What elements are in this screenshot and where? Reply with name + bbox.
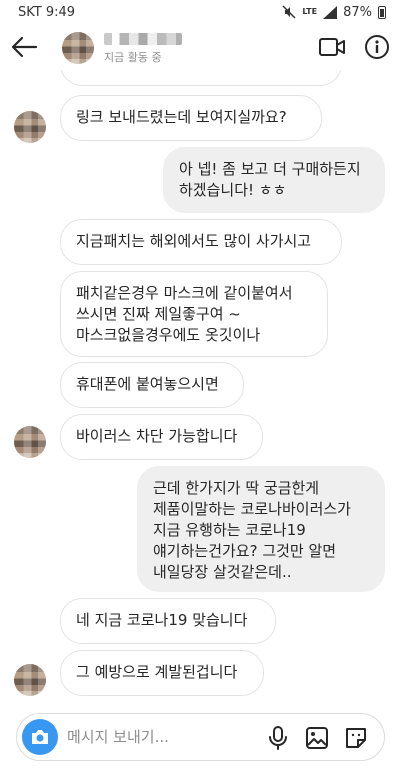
camera-button[interactable] [22,719,58,755]
message-bubble-incoming[interactable]: 바이러스 차단 가능합니다 [60,414,263,460]
message-bubble-incoming[interactable]: 휴대폰에 붙여놓으시면 [60,362,244,408]
microphone-icon[interactable] [267,726,289,750]
active-status: 지금 활동 중 [104,51,162,64]
info-icon[interactable] [364,34,390,60]
chat-header: 지금 활동 중 [0,24,400,70]
network-label: LTE [302,7,318,16]
message-bubble-outgoing[interactable]: 근데 한가지가 딱 궁금한게 제품이말하는 코로나바이러스가 지금 유행하는 코… [137,466,385,592]
carrier-time: SKT 9:49 [18,4,76,20]
message-input[interactable] [67,724,257,750]
message-bubble-incoming[interactable]: 네 지금 코로나19 맞습니다 [60,598,276,644]
arrow-left-icon[interactable] [10,34,38,60]
message-bubble-incoming[interactable]: 링크 보내드렸는데 보여지실까요? [60,95,322,141]
avatar[interactable] [62,32,94,64]
username-redacted[interactable] [104,33,182,45]
battery-percent: 87% [343,4,372,20]
avatar[interactable] [14,111,46,143]
message-bubble-incoming[interactable]: 그 예방으로 계발된겁니다 [60,650,264,696]
avatar[interactable] [14,426,46,458]
camera-icon [32,730,48,744]
message-bubble-outgoing[interactable]: 아 넵! 좀 보고 더 구매하든지 하겠습니다! ㅎㅎ [163,147,385,213]
message-bubble-incoming[interactable]: 패치같은경우 마스크에 같이붙여서 쓰시면 진짜 제일좋구여 ~ 마스크없을경우… [60,271,328,357]
signal-icon [323,5,338,19]
video-camera-icon[interactable] [318,35,346,59]
avatar[interactable] [14,664,46,696]
message-bubble-incoming[interactable]: 지금패치는 해외에서도 많이 사가시고 [60,219,342,265]
message-thread[interactable]: 지금 코로나 바이러스 의 국내 감염 링크 보내드렸는데 보여지실까요? 아 … [0,70,400,710]
mute-icon [282,5,296,19]
message-composer [16,713,385,761]
battery-icon [378,5,386,19]
image-icon[interactable] [305,726,329,750]
message-bubble-incoming[interactable]: 지금 코로나 바이러스 의 국내 감염 [60,70,342,86]
sticker-icon[interactable] [344,726,368,750]
status-icons: LTE 87% [282,5,386,20]
status-bar: SKT 9:49 LTE 87% [0,0,400,24]
